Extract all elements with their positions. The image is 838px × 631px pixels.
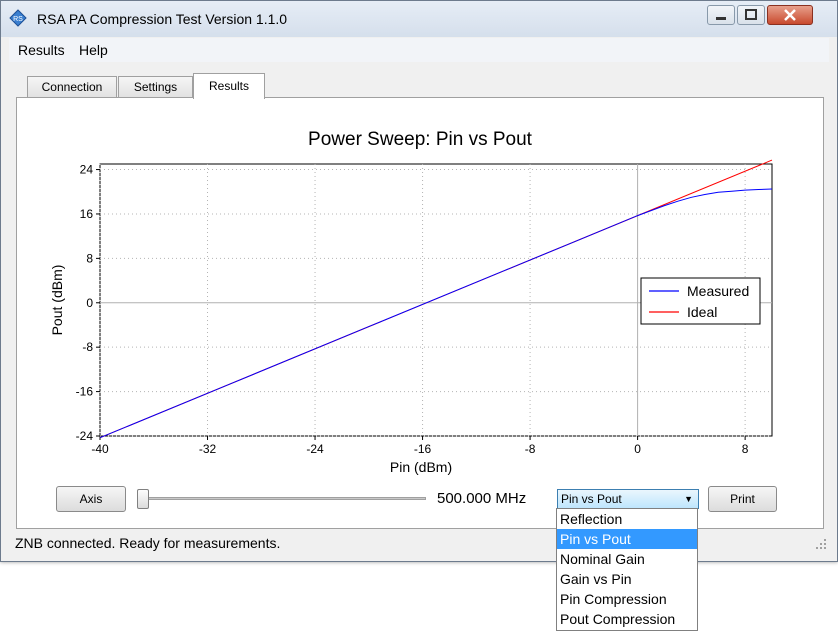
x-tick-label: -16: [414, 442, 432, 456]
plot-type-dropdown: Reflection Pin vs Pout Nominal Gain Gain…: [556, 508, 698, 631]
legend-label-ideal: Ideal: [687, 304, 717, 320]
option-pout-compression[interactable]: Pout Compression: [557, 609, 697, 629]
x-axis-label: Pin (dBm): [390, 459, 452, 475]
tab-results-label: Results: [208, 79, 249, 93]
x-tick-label: -24: [306, 442, 324, 456]
plot-type-select[interactable]: Pin vs Pout ▼: [557, 489, 699, 509]
axis-button[interactable]: Axis: [56, 486, 126, 512]
legend-label-measured: Measured: [687, 283, 749, 299]
y-tick-label: -16: [76, 385, 94, 399]
frequency-readout: 500.000 MHz: [437, 490, 527, 507]
status-bar: ZNB connected. Ready for measurements.: [9, 532, 829, 556]
y-tick-label: 8: [86, 251, 93, 265]
x-tick-label: -8: [525, 442, 536, 456]
frequency-slider-track[interactable]: [141, 497, 426, 500]
option-pin-compression[interactable]: Pin Compression: [557, 589, 697, 609]
chevron-down-icon: ▼: [684, 494, 693, 504]
axis-button-label: Axis: [79, 492, 103, 506]
option-nominal-gain[interactable]: Nominal Gain: [557, 549, 697, 569]
y-tick-label: -8: [82, 340, 93, 354]
print-button-label: Print: [730, 492, 755, 506]
pin-vs-pout-chart: -40 -32 -24 -16 -8 0 8 24 16 8 0 -8 -16 -24 Pin (dBm) P…: [49, 159, 773, 475]
y-tick-label: 24: [80, 163, 94, 177]
resize-grip-icon[interactable]: [815, 538, 827, 550]
frequency-slider-thumb[interactable]: [137, 489, 149, 509]
print-button[interactable]: Print: [708, 486, 777, 512]
y-tick-label: 0: [86, 296, 93, 310]
status-text: ZNB connected. Ready for measurements.: [15, 535, 281, 551]
x-tick-label: 8: [742, 442, 749, 456]
y-tick-label: 16: [80, 207, 94, 221]
x-tick-label: -40: [91, 442, 109, 456]
x-tick-label: 0: [634, 442, 641, 456]
app-window: RS RSA PA Compression Test Version 1.1.0…: [0, 0, 838, 562]
option-gain-vs-pin[interactable]: Gain vs Pin: [557, 569, 697, 589]
option-reflection[interactable]: Reflection: [557, 509, 697, 529]
x-tick-label: -32: [199, 442, 217, 456]
option-pin-vs-pout[interactable]: Pin vs Pout: [557, 529, 697, 549]
y-axis-label: Pout (dBm): [49, 265, 65, 336]
tab-results[interactable]: Results: [193, 73, 265, 99]
y-tick-label: -24: [76, 429, 94, 443]
plot-type-selected: Pin vs Pout: [561, 492, 622, 506]
